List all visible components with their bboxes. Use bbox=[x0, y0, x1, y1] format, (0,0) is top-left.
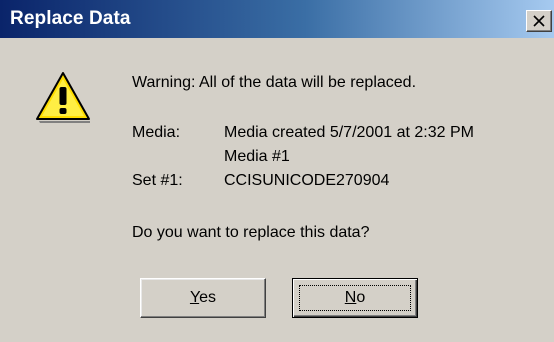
no-label-rest: o bbox=[356, 289, 366, 306]
confirmation-question: Do you want to replace this data? bbox=[132, 224, 370, 241]
media-value-name: Media #1 bbox=[224, 148, 290, 165]
window-title: Replace Data bbox=[10, 8, 131, 29]
yes-label-rest: es bbox=[199, 289, 217, 306]
warning-message: Warning: All of the data will be replace… bbox=[132, 74, 417, 91]
set-label: Set #1: bbox=[132, 172, 183, 189]
yes-mnemonic: Y bbox=[189, 289, 200, 306]
set-value: CCISUNICODE270904 bbox=[224, 172, 390, 189]
no-button-label: No bbox=[345, 289, 365, 306]
replace-data-dialog: Replace Data Warning: All of the data wi… bbox=[0, 0, 554, 342]
no-button[interactable]: No bbox=[292, 278, 418, 318]
media-label: Media: bbox=[132, 124, 181, 141]
yes-button-label: Yes bbox=[190, 289, 216, 306]
no-mnemonic: N bbox=[344, 289, 357, 306]
title-bar[interactable]: Replace Data bbox=[0, 0, 554, 38]
warning-icon bbox=[34, 70, 92, 129]
yes-button[interactable]: Yes bbox=[140, 278, 266, 318]
close-button[interactable] bbox=[526, 10, 552, 32]
close-icon bbox=[533, 15, 545, 27]
media-value-created: Media created 5/7/2001 at 2:32 PM bbox=[224, 124, 474, 141]
